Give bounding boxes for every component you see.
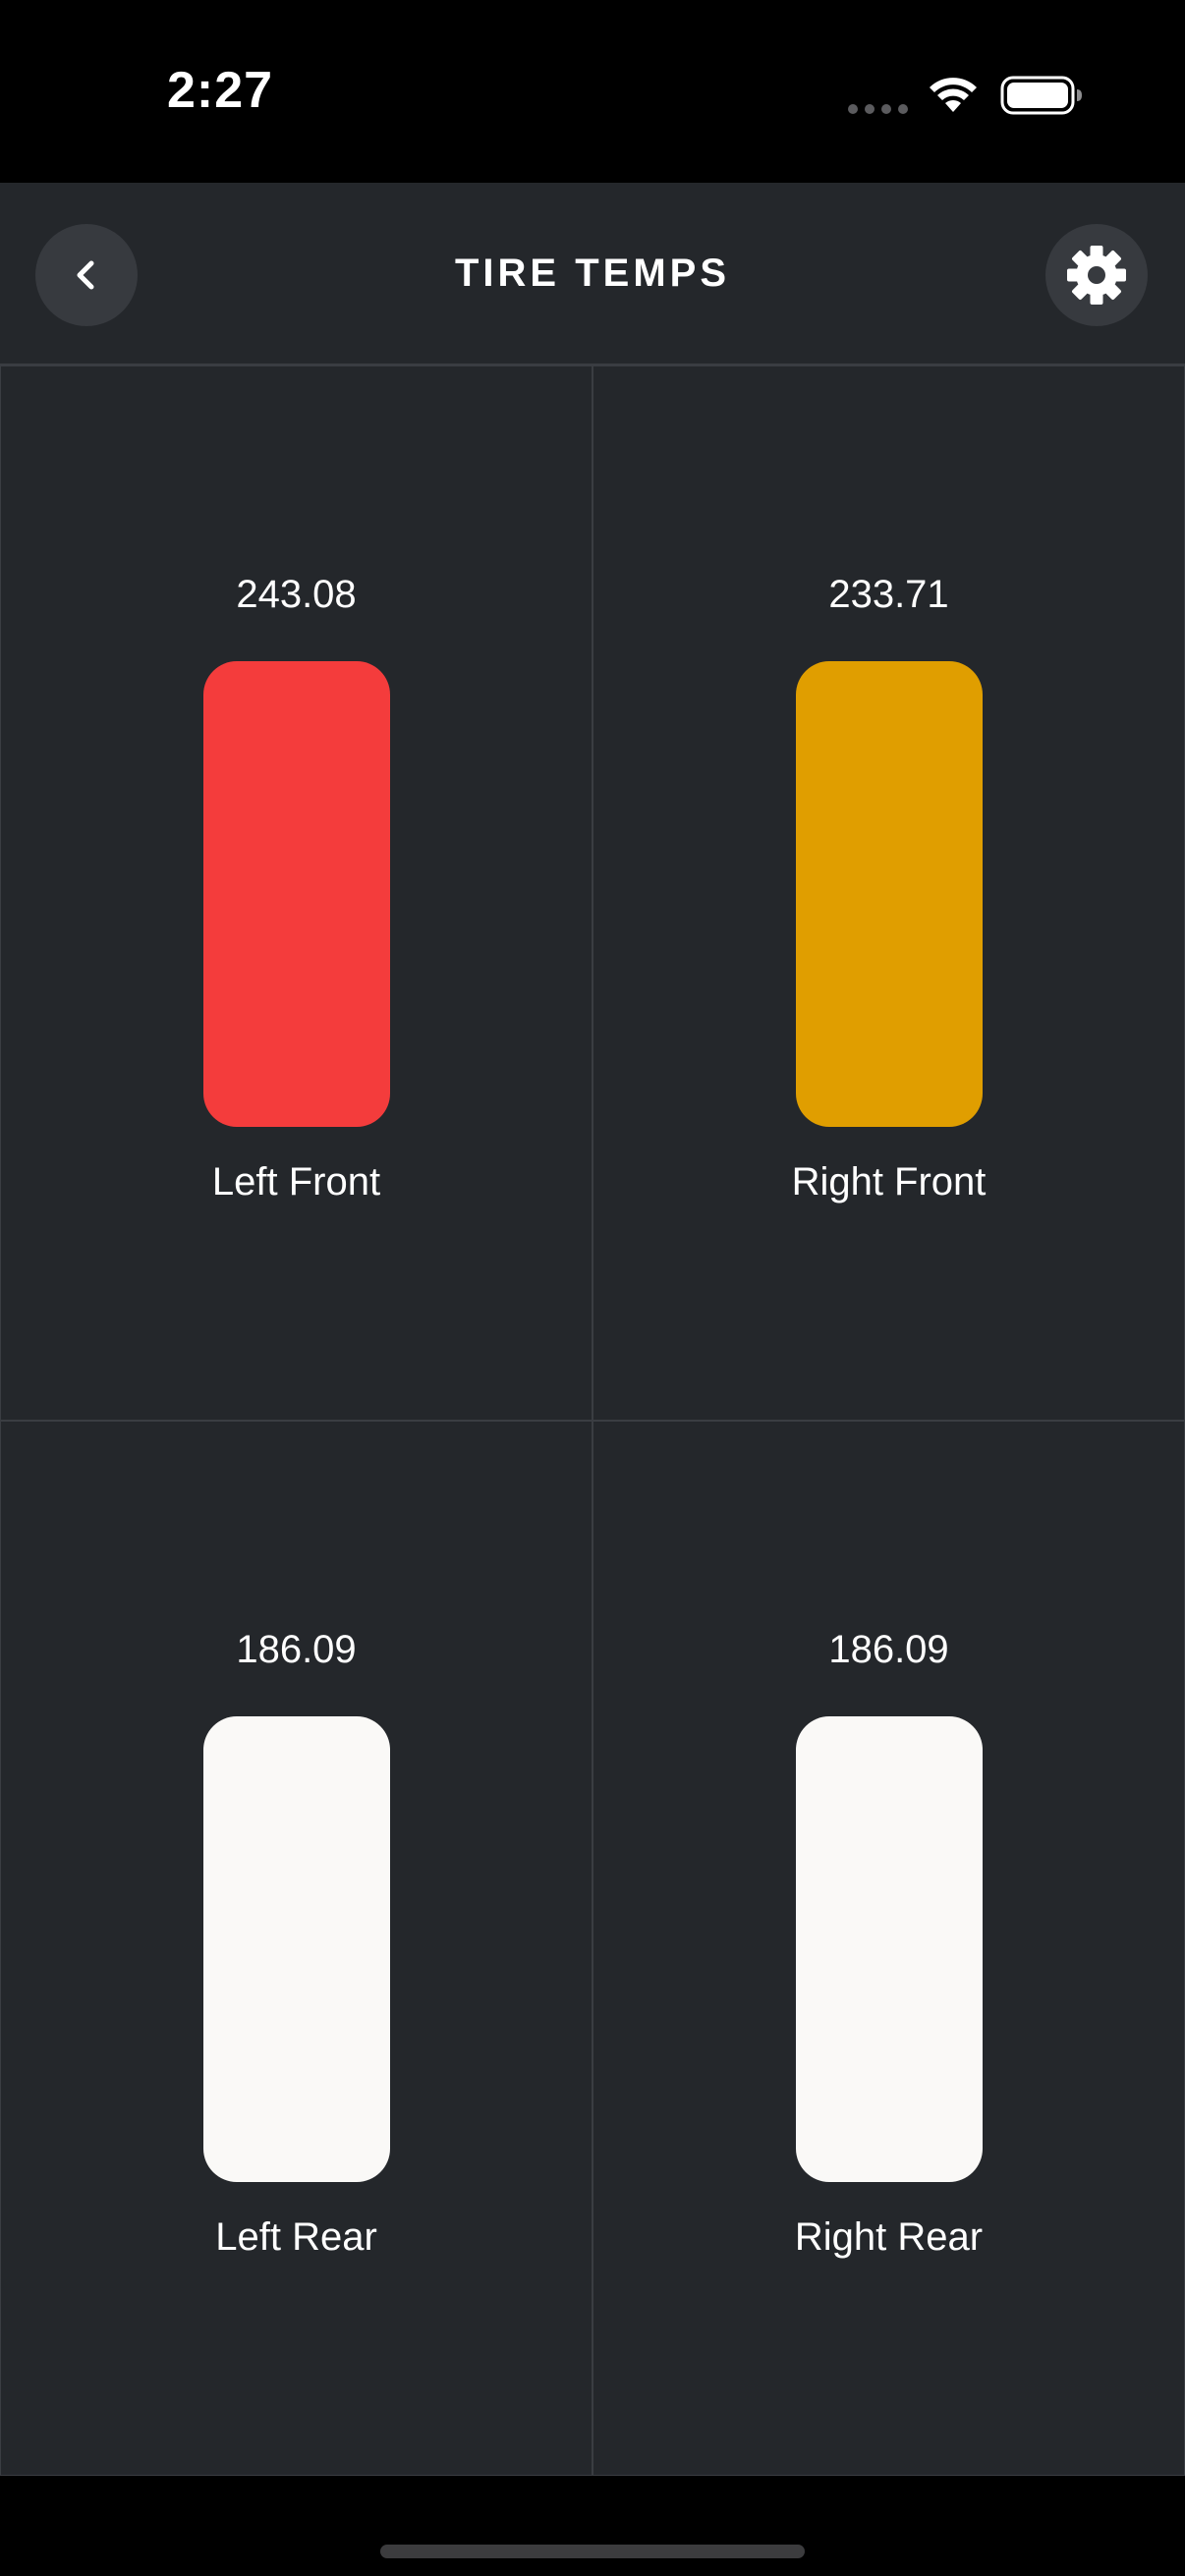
tire-cell-left-front: 243.08 Left Front (0, 364, 593, 1422)
tire-temp-value: 233.71 (828, 573, 949, 616)
tire-temp-value: 243.08 (236, 573, 357, 616)
tire-indicator (795, 661, 983, 1127)
app-screen: 2:27 TIRE TEMPS 243.08 Left Front 233.71… (0, 0, 1185, 2576)
tire-indicator (202, 661, 390, 1127)
tire-label: Left Rear (215, 2215, 377, 2259)
tire-cell-left-rear: 186.09 Left Rear (0, 1420, 593, 2477)
tire-label: Right Front (791, 1160, 987, 1204)
chevron-left-icon (77, 260, 94, 290)
status-time: 2:27 (167, 62, 274, 119)
status-bar: 2:27 (0, 0, 1185, 183)
tire-grid: 243.08 Left Front 233.71 Right Front 186… (0, 364, 1185, 2477)
tire-label: Right Rear (794, 2215, 984, 2259)
tire-label: Left Front (211, 1160, 381, 1204)
tire-temp-value: 186.09 (236, 1628, 357, 1671)
cellular-signal-icon (848, 104, 908, 114)
gear-icon (1067, 246, 1126, 305)
tire-cell-right-rear: 186.09 Right Rear (592, 1420, 1185, 2477)
tire-indicator (202, 1716, 390, 2182)
tire-indicator (795, 1716, 983, 2182)
back-button[interactable] (35, 224, 138, 326)
wifi-icon (930, 78, 977, 112)
tire-cell-right-front: 233.71 Right Front (592, 364, 1185, 1422)
page-title: TIRE TEMPS (454, 251, 731, 295)
bottom-bar (0, 2476, 1185, 2576)
settings-button[interactable] (1045, 224, 1148, 326)
app-header: TIRE TEMPS (0, 183, 1185, 365)
tire-temp-value: 186.09 (828, 1628, 949, 1671)
home-indicator[interactable] (380, 2545, 805, 2558)
battery-icon (1000, 76, 1082, 115)
